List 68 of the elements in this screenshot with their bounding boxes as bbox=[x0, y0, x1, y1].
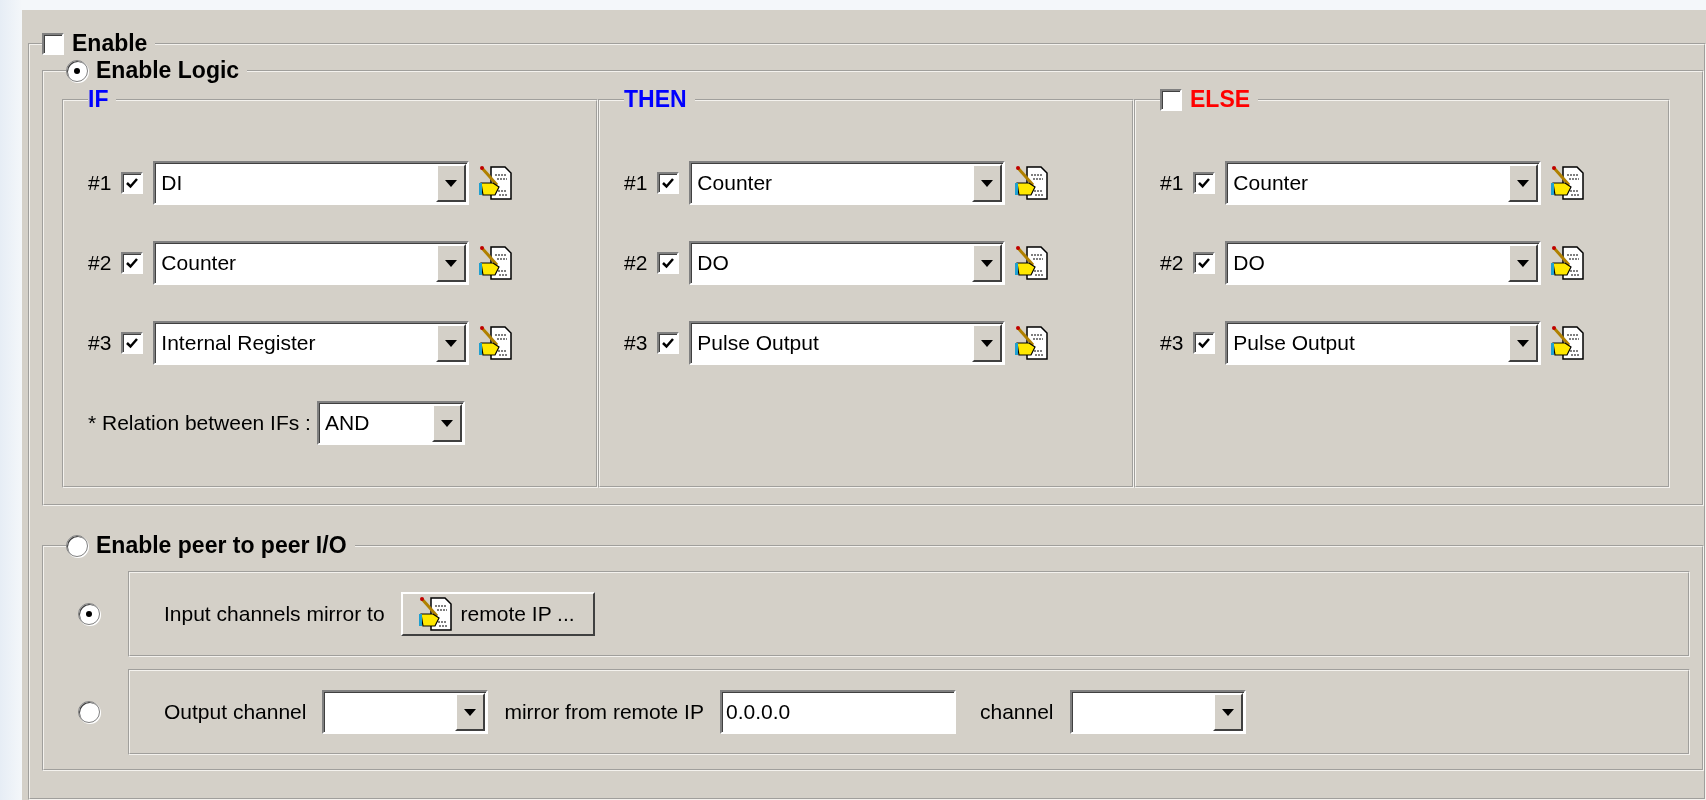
dropdown[interactable]: AND bbox=[316, 401, 465, 445]
document-pencil-icon[interactable] bbox=[1551, 325, 1586, 361]
checkbox[interactable] bbox=[121, 332, 144, 354]
checkmark-icon bbox=[125, 336, 140, 350]
dropdown[interactable]: Counter bbox=[153, 241, 470, 285]
radio-button[interactable] bbox=[66, 59, 88, 82]
group-title: IF bbox=[88, 88, 109, 111]
relation-label: * Relation between IFs : bbox=[88, 411, 311, 435]
radio-button[interactable] bbox=[78, 603, 100, 625]
document-pencil-icon[interactable] bbox=[1551, 165, 1586, 201]
group-title: THEN bbox=[624, 88, 687, 111]
document-pencil-icon[interactable] bbox=[479, 325, 514, 361]
checkmark-icon bbox=[125, 176, 140, 190]
checkmark-icon bbox=[125, 256, 140, 270]
group-title: Enable Logic bbox=[96, 59, 240, 82]
dropdown[interactable]: DO bbox=[689, 241, 1006, 285]
checkmark-icon bbox=[661, 336, 676, 350]
document-pencil-icon[interactable] bbox=[1551, 245, 1586, 281]
document-pencil-icon[interactable] bbox=[479, 165, 514, 201]
row-number: #2 bbox=[88, 251, 112, 275]
checkbox[interactable] bbox=[657, 332, 680, 354]
checkbox[interactable] bbox=[121, 252, 144, 274]
dropdown[interactable] bbox=[322, 690, 489, 734]
dropdown[interactable]: Internal Register bbox=[153, 321, 470, 365]
checkbox[interactable] bbox=[657, 252, 680, 274]
row-number: #2 bbox=[1160, 251, 1184, 275]
checkbox[interactable] bbox=[657, 172, 680, 194]
checkmark-icon bbox=[1197, 336, 1212, 350]
option-label: channel bbox=[979, 700, 1054, 724]
dropdown[interactable]: Counter bbox=[689, 161, 1006, 205]
remote-ip-button[interactable]: remote IP ... bbox=[400, 592, 595, 636]
row-number: #3 bbox=[88, 331, 112, 355]
document-pencil-icon[interactable] bbox=[1015, 325, 1050, 361]
document-pencil-icon[interactable] bbox=[418, 596, 453, 632]
row-number: #2 bbox=[624, 251, 648, 275]
option-label: mirror from remote IP bbox=[504, 700, 704, 724]
checkmark-icon bbox=[661, 176, 676, 190]
document-pencil-icon[interactable] bbox=[479, 245, 514, 281]
checkbox[interactable] bbox=[42, 32, 64, 55]
dropdown[interactable]: DO bbox=[1225, 241, 1542, 285]
row-number: #3 bbox=[624, 331, 648, 355]
row-number: #1 bbox=[624, 171, 648, 195]
row-number: #3 bbox=[1160, 331, 1184, 355]
group-title: Enable bbox=[72, 32, 148, 55]
group-title: Enable peer to peer I/O bbox=[96, 534, 347, 557]
checkmark-icon bbox=[661, 256, 676, 270]
group-title: ELSE bbox=[1190, 88, 1251, 111]
row-number: #1 bbox=[88, 171, 112, 195]
row-number: #1 bbox=[1160, 171, 1184, 195]
dropdown[interactable]: Pulse Output bbox=[689, 321, 1006, 365]
dropdown[interactable]: DI bbox=[153, 161, 470, 205]
document-pencil-icon[interactable] bbox=[1015, 165, 1050, 201]
checkbox[interactable] bbox=[1160, 88, 1182, 111]
checkbox[interactable] bbox=[121, 172, 144, 194]
checkbox[interactable] bbox=[1193, 172, 1216, 194]
option-label: Input channels mirror to bbox=[164, 602, 385, 626]
checkmark-icon bbox=[1197, 256, 1212, 270]
checkbox[interactable] bbox=[1193, 332, 1216, 354]
option-label: Output channel bbox=[164, 700, 307, 724]
ip-field[interactable]: 0.0.0.0 bbox=[719, 690, 956, 734]
dropdown[interactable]: Counter bbox=[1225, 161, 1542, 205]
radio-button[interactable] bbox=[78, 701, 100, 723]
checkbox[interactable] bbox=[1193, 252, 1216, 274]
dropdown[interactable]: Pulse Output bbox=[1225, 321, 1542, 365]
document-pencil-icon[interactable] bbox=[1015, 245, 1050, 281]
checkmark-icon bbox=[1197, 176, 1212, 190]
radio-button[interactable] bbox=[66, 534, 88, 557]
dropdown[interactable] bbox=[1069, 690, 1246, 734]
